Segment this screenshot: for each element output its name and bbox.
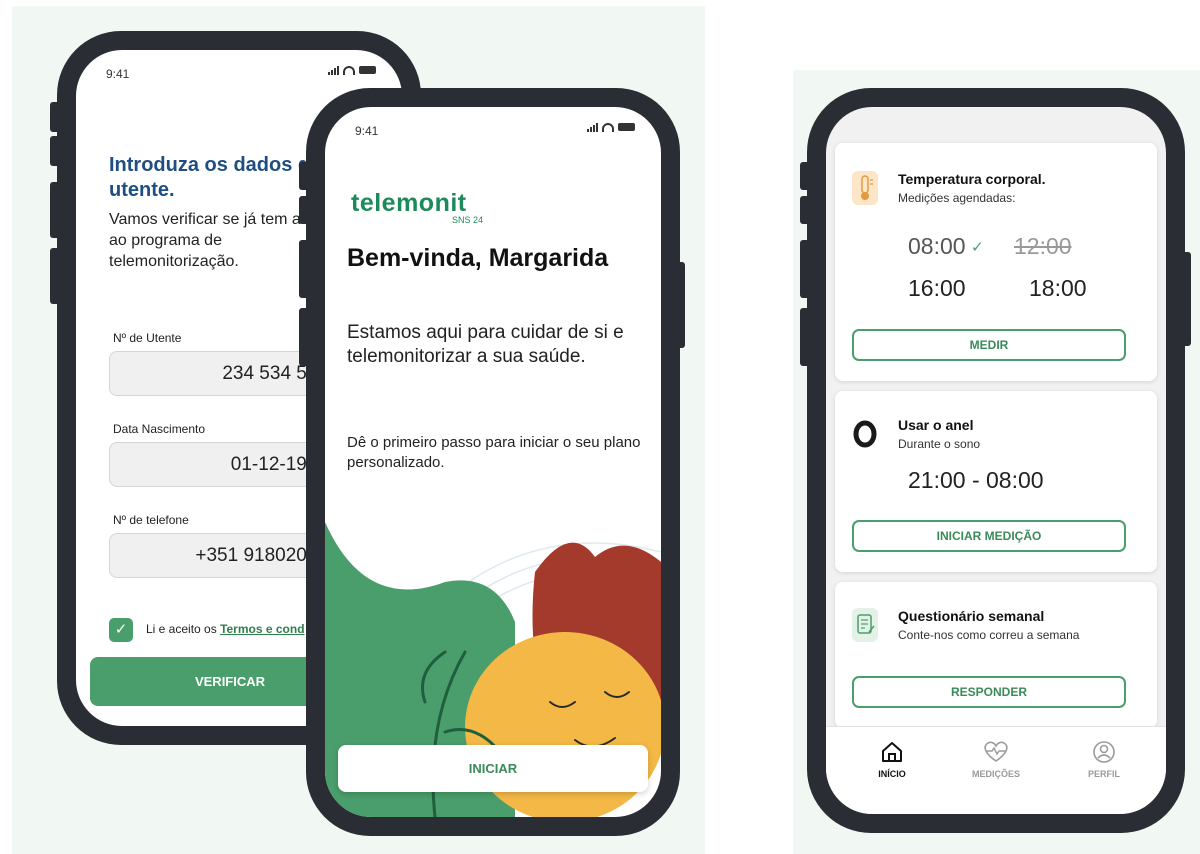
signal-icon: [328, 65, 339, 75]
status-time: 9:41: [355, 124, 379, 138]
card-subtitle: Medições agendadas:: [898, 191, 1016, 205]
battery-icon: [618, 123, 635, 131]
time-slot-pending: 16:00: [908, 275, 966, 301]
terms-prefix: Li e aceito os: [146, 622, 217, 636]
ring-icon: [852, 417, 878, 451]
signal-icon: [587, 122, 598, 132]
questionnaire-card: Questionário semanal Conte-nos como corr…: [835, 582, 1157, 728]
start-button[interactable]: INICIAR: [338, 745, 648, 792]
card-subtitle: Conte-nos como correu a semana: [898, 628, 1080, 642]
tab-label: PERFIL: [1087, 769, 1120, 779]
wifi-icon: [343, 65, 355, 75]
telemonit-logo: telemonit: [351, 189, 467, 217]
time-slot-pending: 18:00: [1029, 275, 1087, 301]
home-icon: [882, 742, 902, 762]
ring-card: Usar o anel Durante o sono 21:00 - 08:00…: [835, 391, 1157, 572]
welcome-body: Dê o primeiro passo para iniciar o seu p…: [347, 434, 641, 471]
birthdate-label: Data Nascimento: [113, 422, 206, 436]
wifi-icon: [602, 122, 614, 132]
tab-measurements[interactable]: MEDIÇÕES: [956, 739, 1036, 779]
card-title: Usar o anel: [898, 417, 974, 433]
status-bar: 9:41: [76, 50, 402, 90]
heartbeat-icon: [984, 741, 1008, 762]
bottom-tab-bar: INÍCIO MEDIÇÕES PERFIL: [826, 726, 1166, 814]
page-title: Introduza os dados de utente.: [109, 154, 322, 201]
tab-label: MEDIÇÕES: [971, 769, 1020, 779]
status-icons: [328, 65, 376, 75]
status-time: 9:41: [106, 67, 130, 81]
terms-link[interactable]: Termos e cond: [220, 622, 304, 636]
battery-icon: [359, 66, 376, 74]
status-bar: 9:41: [325, 107, 661, 147]
tab-label: INÍCIO: [878, 769, 906, 779]
measure-button[interactable]: MEDIR: [852, 329, 1126, 361]
home-screen: Temperatura corporal. Medições agendadas…: [826, 107, 1166, 814]
welcome-subtitle: Estamos aqui para cuidar de si e telemon…: [347, 322, 624, 367]
tab-home[interactable]: INÍCIO: [852, 739, 932, 779]
respond-button[interactable]: RESPONDER: [852, 676, 1126, 708]
terms-checkbox[interactable]: ✓: [109, 618, 133, 642]
tab-profile[interactable]: PERFIL: [1064, 739, 1144, 779]
check-icon: ✓: [971, 239, 984, 256]
status-icons: [587, 122, 635, 132]
card-title: Questionário semanal: [898, 608, 1045, 624]
welcome-screen: 9:41 telemonit SNS 24 Bem-vinda, Margari…: [325, 107, 661, 817]
card-subtitle: Durante o sono: [898, 437, 981, 451]
profile-icon: [1093, 741, 1115, 763]
phone-welcome: 9:41 telemonit SNS 24 Bem-vinda, Margari…: [306, 88, 680, 836]
utente-label: Nº de Utente: [113, 331, 182, 345]
start-measurement-button[interactable]: INICIAR MEDIÇÃO: [852, 520, 1126, 552]
time-slot-missed: 12:00: [1014, 233, 1072, 259]
welcome-title: Bem-vinda, Margarida: [347, 244, 609, 272]
temperature-card: Temperatura corporal. Medições agendadas…: [835, 143, 1157, 381]
time-slot-done: 08:00: [908, 233, 966, 259]
phone-number-label: Nº de telefone: [113, 513, 189, 527]
phone-home: Temperatura corporal. Medições agendadas…: [807, 88, 1185, 833]
ring-time-range: 21:00 - 08:00: [908, 467, 1044, 493]
logo-subtitle: SNS 24: [452, 215, 484, 225]
thermometer-icon: [852, 171, 878, 205]
card-title: Temperatura corporal.: [898, 171, 1046, 187]
questionnaire-icon: [852, 608, 878, 642]
check-icon: ✓: [114, 621, 128, 638]
terms-text: Li e aceito os Termos e cond: [146, 622, 305, 636]
